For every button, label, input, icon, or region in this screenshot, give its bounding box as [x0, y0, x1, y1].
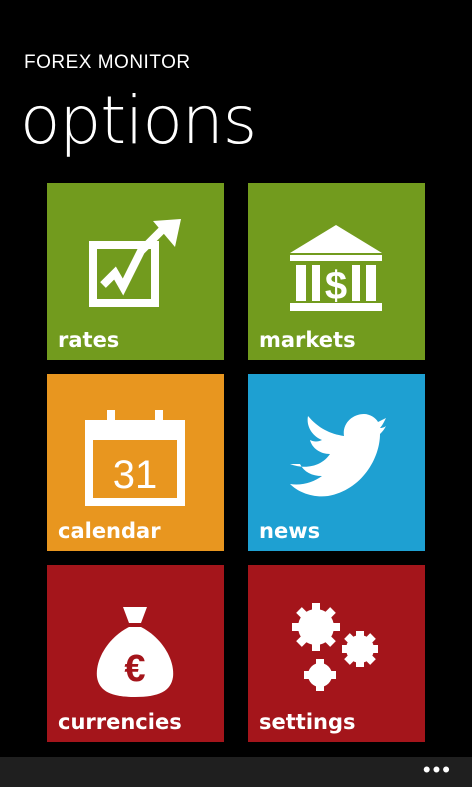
tile-currencies[interactable]: € currencies: [47, 565, 224, 742]
twitter-bird-icon: [290, 414, 386, 497]
tile-label: rates: [58, 328, 120, 352]
money-bag-icon: €: [96, 607, 174, 697]
tile-calendar[interactable]: 31 calendar: [47, 374, 224, 551]
svg-text:$: $: [325, 264, 347, 308]
app-bar: •••: [0, 757, 472, 787]
chart-up-icon: [89, 219, 181, 307]
app-title: FOREX MONITOR: [24, 52, 191, 73]
tile-label: news: [259, 519, 321, 543]
tile-settings[interactable]: settings: [248, 565, 425, 742]
calendar-icon: 31: [85, 410, 185, 506]
tile-markets[interactable]: $ markets: [248, 183, 425, 360]
tile-news[interactable]: news: [248, 374, 425, 551]
tile-rates[interactable]: rates: [47, 183, 224, 360]
euro-symbol: €: [124, 648, 145, 690]
tile-label: settings: [259, 710, 356, 734]
bank-icon: $: [290, 225, 382, 311]
more-menu-icon[interactable]: •••: [423, 759, 452, 781]
tile-label: currencies: [58, 710, 182, 734]
tile-label: markets: [259, 328, 356, 352]
calendar-day: 31: [113, 453, 158, 497]
tile-label: calendar: [58, 519, 161, 543]
page-title: options: [20, 82, 257, 159]
gears-icon: [292, 603, 378, 691]
